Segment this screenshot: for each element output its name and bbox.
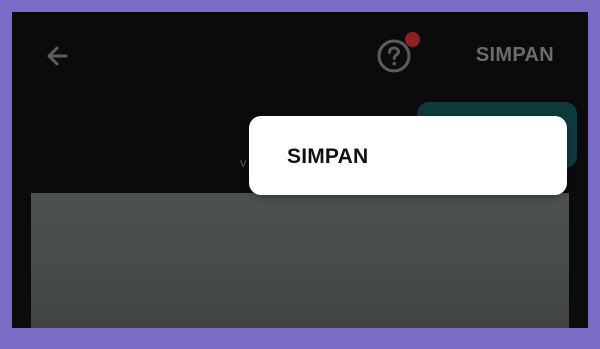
app-bar: SIMPAN [12,12,588,92]
content-card [31,193,569,328]
app-screen: SIMPAN v SIMPAN [12,12,588,328]
popup-menu: SIMPAN [249,116,567,195]
partially-hidden-label: v [240,155,247,170]
notification-dot [405,32,420,47]
popup-save-item[interactable]: SIMPAN [287,145,368,169]
back-button[interactable] [40,38,76,74]
arrow-left-icon [47,46,68,66]
save-button[interactable]: SIMPAN [476,44,554,67]
